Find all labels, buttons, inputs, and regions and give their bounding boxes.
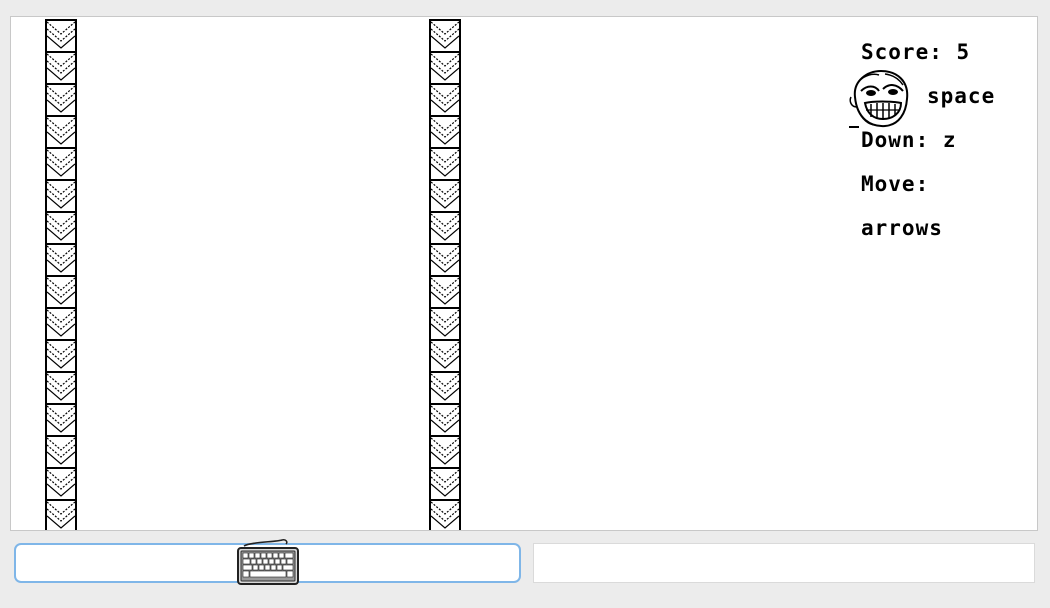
spike-pillar-left [45,19,77,530]
game-canvas[interactable]: Score: 5 space Down: z Move: arrows [10,16,1038,531]
chevron-pattern [47,19,75,530]
chevron-pattern [431,19,459,530]
secondary-input-field[interactable] [533,543,1035,583]
jump-key-text: space [927,84,996,108]
move-label-text: Move: [861,172,930,196]
score-text: Score: 5 [861,40,971,64]
move-keys-text: arrows [861,216,943,240]
keyboard-icon[interactable] [236,536,300,586]
troll-face-icon [849,69,909,128]
down-key-text: Down: z [861,128,957,152]
spike-pillar-right [429,19,461,530]
